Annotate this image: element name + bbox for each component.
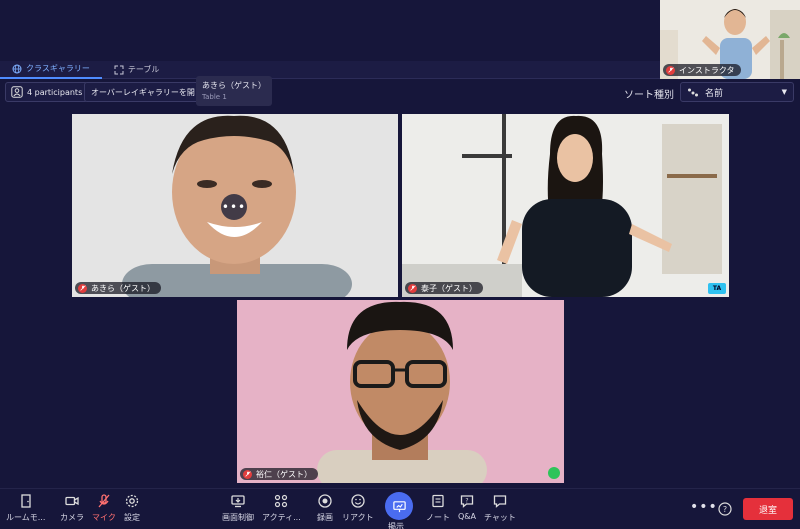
qa-label: Q&A <box>458 512 477 521</box>
activity-label: アクティ... <box>262 513 301 522</box>
present-label: 掲示 <box>388 522 404 529</box>
participant-video-image <box>237 300 564 483</box>
participant-video-image <box>402 114 729 297</box>
mic-off-icon <box>408 283 417 293</box>
chat-button[interactable]: チャット <box>484 493 516 523</box>
more-options-icon[interactable]: ••• <box>221 194 247 220</box>
participant-name: 裕仁（ゲスト） <box>256 469 312 479</box>
tab-table[interactable]: テーブル <box>102 61 172 79</box>
settings-button[interactable]: 設定 <box>124 493 140 523</box>
settings-label: 設定 <box>124 513 140 522</box>
presentation-icon <box>392 500 406 512</box>
screen-control-button[interactable]: 画面制御 <box>222 493 254 523</box>
instructor-name-tag: インストラクタ <box>663 64 741 76</box>
smiley-icon <box>351 494 365 508</box>
participant-name-tag: あきら（ゲスト） <box>75 282 161 294</box>
participant-tooltip: あきら（ゲスト） Table 1 <box>196 76 272 106</box>
record-button[interactable]: 録画 <box>317 493 333 523</box>
react-label: リアクト <box>342 513 374 522</box>
leave-button[interactable]: 退室 <box>743 498 793 520</box>
mic-off-icon <box>98 494 110 508</box>
participant-name-tag: 泰子（ゲスト） <box>405 282 483 294</box>
gallery-tab-bar: クラスギャラリー テーブル <box>0 61 660 79</box>
sort-label: ソート種別 <box>624 90 674 101</box>
participant-name: あきら（ゲスト） <box>91 283 155 293</box>
svg-text:?: ? <box>465 498 468 505</box>
video-tile-taiko[interactable]: 泰子（ゲスト） TA <box>402 114 729 297</box>
instructor-video-tile[interactable]: インストラクタ <box>660 0 800 79</box>
room-mode-label: ルームモ... <box>6 513 46 522</box>
notes-icon <box>432 494 444 508</box>
present-button[interactable] <box>385 492 413 520</box>
tab-label: クラスギャラリー <box>26 64 90 73</box>
screen-share-icon <box>231 495 245 508</box>
globe-icon <box>12 64 22 73</box>
tab-label: テーブル <box>127 65 160 74</box>
gear-icon <box>125 494 139 508</box>
notes-button[interactable]: ノート <box>426 493 450 523</box>
sort-value: 名前 <box>705 88 724 99</box>
mic-off-icon <box>243 469 252 479</box>
more-icon[interactable]: ••• <box>690 499 718 515</box>
person-icon <box>11 86 23 98</box>
mic-off-icon <box>78 283 87 293</box>
participant-name: 泰子（ゲスト） <box>421 283 477 293</box>
gallery-controls: 4 participants オーバーレイギャラリーを開く ソート種別 名前 ▼ <box>0 82 800 104</box>
mic-button[interactable]: マイク <box>92 493 116 523</box>
expand-icon <box>114 65 124 74</box>
tab-class-gallery[interactable]: クラスギャラリー <box>0 61 102 79</box>
activity-button[interactable]: アクティ... <box>262 493 301 523</box>
mic-label: マイク <box>92 513 116 522</box>
chat-bubble-icon <box>493 495 507 508</box>
screen-control-label: 画面制御 <box>222 513 254 522</box>
status-dot-icon <box>548 467 560 479</box>
tooltip-name: あきら（ゲスト） <box>202 81 266 90</box>
react-button[interactable]: リアクト <box>342 493 374 523</box>
caret-down-icon: ▼ <box>781 88 787 96</box>
camera-icon <box>65 496 79 506</box>
record-label: 録画 <box>317 513 333 522</box>
activity-icon <box>275 494 288 508</box>
sort-select[interactable]: 名前 ▼ <box>680 82 794 102</box>
video-tile-akira[interactable]: ••• あきら（ゲスト） <box>72 114 398 297</box>
participants-button[interactable]: 4 participants <box>5 82 89 102</box>
participants-count: 4 participants <box>27 87 83 97</box>
instructor-name: インストラクタ <box>679 65 735 75</box>
chat-label: チャット <box>484 513 516 522</box>
mic-off-icon <box>666 65 675 75</box>
open-overlay-gallery-button[interactable]: オーバーレイギャラリーを開く <box>84 82 200 102</box>
help-icon[interactable]: ? <box>718 502 732 516</box>
door-icon <box>21 494 31 508</box>
svg-text:?: ? <box>723 505 727 514</box>
camera-label: カメラ <box>60 513 84 522</box>
video-tile-hiroshi[interactable]: 裕仁（ゲスト） <box>237 300 564 483</box>
camera-button[interactable]: カメラ <box>60 493 84 523</box>
notes-label: ノート <box>426 513 450 522</box>
tooltip-table: Table 1 <box>202 93 227 101</box>
sort-icon <box>688 88 698 97</box>
room-mode-button[interactable]: ルームモ... <box>6 493 45 523</box>
record-icon <box>318 494 332 508</box>
participant-name-tag: 裕仁（ゲスト） <box>240 468 318 480</box>
ta-badge: TA <box>708 283 726 294</box>
qa-button[interactable]: ? Q&A <box>458 493 476 521</box>
question-bubble-icon: ? <box>460 495 474 508</box>
meeting-toolbar: ルームモ... カメラ マイク 設定 画面制御 アクティ... 録画 リアクト … <box>0 488 800 529</box>
